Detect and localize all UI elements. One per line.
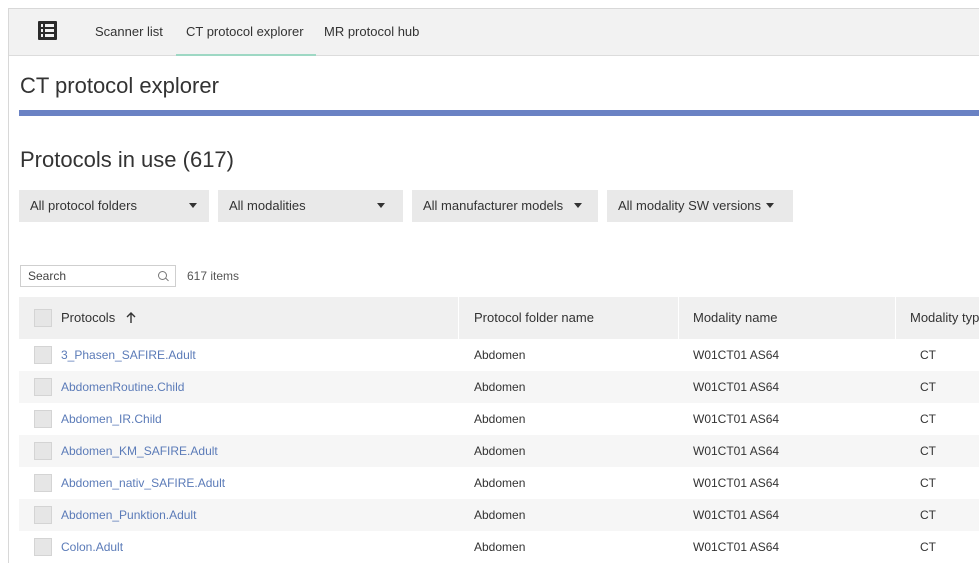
- section-title: Protocols in use (617): [20, 147, 234, 172]
- modality-type-cell: CT: [920, 476, 936, 490]
- column-divider[interactable]: [895, 297, 896, 339]
- caret-down-icon: [766, 203, 774, 208]
- folder-cell: Abdomen: [474, 380, 526, 394]
- modality-sw-versions-dropdown[interactable]: All modality SW versions: [607, 190, 793, 222]
- table-header: Protocols Protocol folder name Modality …: [19, 297, 979, 339]
- column-divider[interactable]: [678, 297, 679, 339]
- row-checkbox[interactable]: [34, 346, 52, 364]
- folder-cell: Abdomen: [474, 540, 526, 554]
- column-header-protocols[interactable]: Protocols: [61, 297, 121, 339]
- row-checkbox[interactable]: [34, 474, 52, 492]
- dropdown-label: All modalities: [229, 198, 306, 213]
- column-header-modality-name[interactable]: Modality name: [693, 297, 778, 339]
- modality-cell: W01CT01 AS64: [693, 380, 780, 394]
- folder-cell: Abdomen: [474, 348, 526, 362]
- tab-mr-protocol-hub[interactable]: MR protocol hub: [324, 9, 419, 55]
- column-divider[interactable]: [458, 297, 459, 339]
- menu-icon[interactable]: [38, 21, 57, 40]
- table-row[interactable]: Abdomen_IR.Child Abdomen W01CT01 AS64 CT: [19, 403, 979, 435]
- search-box: [20, 265, 176, 287]
- modality-cell: W01CT01 AS64: [693, 476, 780, 490]
- modality-cell: W01CT01 AS64: [693, 412, 780, 426]
- modality-type-cell: CT: [920, 412, 936, 426]
- table-row[interactable]: 3_Phasen_SAFIRE.Adult Abdomen W01CT01 AS…: [19, 339, 979, 371]
- protocol-link[interactable]: Abdomen_IR.Child: [61, 403, 162, 435]
- folder-cell: Abdomen: [474, 444, 526, 458]
- row-checkbox[interactable]: [34, 378, 52, 396]
- modality-type-cell: CT: [920, 348, 936, 362]
- protocol-folder-dropdown[interactable]: All protocol folders: [19, 190, 209, 222]
- folder-cell: Abdomen: [474, 476, 526, 490]
- accent-divider: [19, 110, 979, 116]
- item-count: 617 items: [187, 269, 240, 283]
- tab-ct-protocol-explorer[interactable]: CT protocol explorer: [176, 9, 316, 56]
- column-header-protocol-folder[interactable]: Protocol folder name: [474, 297, 594, 339]
- table-row[interactable]: Abdomen_Punktion.Adult Abdomen W01CT01 A…: [19, 499, 979, 531]
- dropdown-label: All manufacturer models: [423, 198, 564, 213]
- caret-down-icon: [189, 203, 197, 208]
- dropdown-label: All protocol folders: [30, 198, 137, 213]
- sort-ascending-icon[interactable]: [126, 312, 136, 324]
- dropdown-label: All modality SW versions: [618, 198, 762, 213]
- modality-type-cell: CT: [920, 444, 936, 458]
- protocol-link[interactable]: Colon.Adult: [61, 531, 123, 563]
- search-icon[interactable]: [158, 271, 167, 280]
- modality-type-cell: CT: [920, 508, 936, 522]
- folder-cell: Abdomen: [474, 508, 526, 522]
- table-row[interactable]: AbdomenRoutine.Child Abdomen W01CT01 AS6…: [19, 371, 979, 403]
- modality-cell: W01CT01 AS64: [693, 444, 780, 458]
- protocol-link[interactable]: 3_Phasen_SAFIRE.Adult: [61, 339, 196, 371]
- table-row[interactable]: Colon.Adult Abdomen W01CT01 AS64 CT: [19, 531, 979, 563]
- select-all-checkbox[interactable]: [34, 309, 52, 327]
- table-row[interactable]: Abdomen_KM_SAFIRE.Adult Abdomen W01CT01 …: [19, 435, 979, 467]
- protocol-link[interactable]: Abdomen_Punktion.Adult: [61, 499, 196, 531]
- modality-type-cell: CT: [920, 380, 936, 394]
- column-header-modality-type[interactable]: Modality type: [910, 297, 979, 339]
- caret-down-icon: [377, 203, 385, 208]
- row-checkbox[interactable]: [34, 506, 52, 524]
- modality-type-cell: CT: [920, 540, 936, 554]
- modality-cell: W01CT01 AS64: [693, 508, 780, 522]
- tab-scanner-list[interactable]: Scanner list: [95, 9, 163, 55]
- app-frame: Scanner list CT protocol explorer MR pro…: [8, 8, 979, 563]
- search-input[interactable]: [28, 269, 148, 283]
- modality-cell: W01CT01 AS64: [693, 348, 780, 362]
- caret-down-icon: [574, 203, 582, 208]
- folder-cell: Abdomen: [474, 412, 526, 426]
- row-checkbox[interactable]: [34, 442, 52, 460]
- top-navigation: Scanner list CT protocol explorer MR pro…: [9, 9, 979, 56]
- row-checkbox[interactable]: [34, 410, 52, 428]
- manufacturer-models-dropdown[interactable]: All manufacturer models: [412, 190, 598, 222]
- table-row[interactable]: Abdomen_nativ_SAFIRE.Adult Abdomen W01CT…: [19, 467, 979, 499]
- protocol-link[interactable]: Abdomen_nativ_SAFIRE.Adult: [61, 467, 225, 499]
- page-title: CT protocol explorer: [20, 73, 219, 98]
- row-checkbox[interactable]: [34, 538, 52, 556]
- protocol-link[interactable]: AbdomenRoutine.Child: [61, 371, 184, 403]
- modality-cell: W01CT01 AS64: [693, 540, 780, 554]
- protocol-link[interactable]: Abdomen_KM_SAFIRE.Adult: [61, 435, 218, 467]
- modalities-dropdown[interactable]: All modalities: [218, 190, 403, 222]
